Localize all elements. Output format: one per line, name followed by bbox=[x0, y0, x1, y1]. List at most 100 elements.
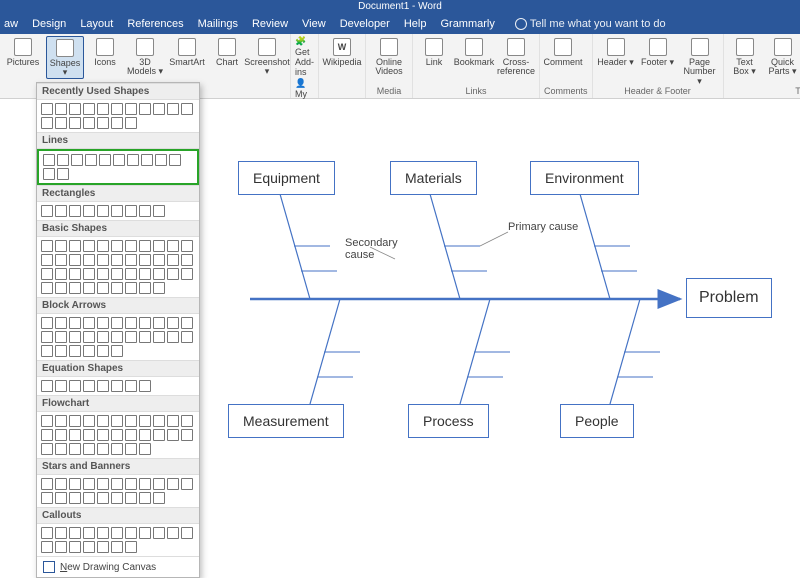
shape-item[interactable] bbox=[111, 492, 123, 504]
shape-item[interactable] bbox=[55, 415, 67, 427]
shape-item[interactable] bbox=[153, 254, 165, 266]
cause-people[interactable]: People bbox=[560, 404, 634, 438]
tab-grammarly[interactable]: Grammarly bbox=[440, 18, 494, 30]
shape-item[interactable] bbox=[41, 117, 53, 129]
shape-item[interactable] bbox=[55, 205, 67, 217]
shape-item[interactable] bbox=[69, 117, 81, 129]
shape-item[interactable] bbox=[55, 541, 67, 553]
shape-item[interactable] bbox=[83, 117, 95, 129]
shape-item[interactable] bbox=[111, 443, 123, 455]
shape-item[interactable] bbox=[141, 154, 153, 166]
shape-item[interactable] bbox=[111, 268, 123, 280]
tab-references[interactable]: References bbox=[127, 18, 183, 30]
shape-item[interactable] bbox=[181, 254, 193, 266]
shape-item[interactable] bbox=[57, 168, 69, 180]
shape-item[interactable] bbox=[113, 154, 125, 166]
shape-item[interactable] bbox=[181, 429, 193, 441]
shape-item[interactable] bbox=[97, 478, 109, 490]
shape-item[interactable] bbox=[69, 282, 81, 294]
tab-design[interactable]: Design bbox=[32, 18, 66, 30]
shape-item[interactable] bbox=[97, 429, 109, 441]
shape-item[interactable] bbox=[111, 331, 123, 343]
shape-item[interactable] bbox=[55, 527, 67, 539]
shape-item[interactable] bbox=[41, 331, 53, 343]
shape-item[interactable] bbox=[41, 254, 53, 266]
shape-item[interactable] bbox=[69, 331, 81, 343]
shape-item[interactable] bbox=[125, 240, 137, 252]
shape-item[interactable] bbox=[41, 443, 53, 455]
shape-item[interactable] bbox=[153, 240, 165, 252]
tab-draw[interactable]: aw bbox=[4, 18, 18, 30]
shape-item[interactable] bbox=[125, 331, 137, 343]
shape-item[interactable] bbox=[111, 429, 123, 441]
shape-item[interactable] bbox=[83, 443, 95, 455]
shape-item[interactable] bbox=[83, 331, 95, 343]
shape-item[interactable] bbox=[55, 429, 67, 441]
shape-item[interactable] bbox=[125, 317, 137, 329]
shape-item[interactable] bbox=[125, 254, 137, 266]
shape-item[interactable] bbox=[83, 415, 95, 427]
online-videos-button[interactable]: Online Videos bbox=[370, 36, 408, 77]
tab-developer[interactable]: Developer bbox=[340, 18, 390, 30]
shape-item[interactable] bbox=[83, 527, 95, 539]
shape-item[interactable] bbox=[41, 282, 53, 294]
shape-item[interactable] bbox=[111, 205, 123, 217]
cause-environment[interactable]: Environment bbox=[530, 161, 639, 195]
shape-item[interactable] bbox=[41, 317, 53, 329]
new-drawing-canvas[interactable]: New Drawing Canvas bbox=[37, 556, 199, 577]
shape-item[interactable] bbox=[55, 317, 67, 329]
shape-item[interactable] bbox=[167, 240, 179, 252]
shape-item[interactable] bbox=[111, 282, 123, 294]
get-addins-button[interactable]: 🧩 Get Add-ins bbox=[295, 36, 314, 77]
shape-item[interactable] bbox=[125, 268, 137, 280]
shape-item[interactable] bbox=[83, 240, 95, 252]
shape-item[interactable] bbox=[69, 345, 81, 357]
shape-item[interactable] bbox=[41, 492, 53, 504]
shape-item[interactable] bbox=[83, 380, 95, 392]
shape-item[interactable] bbox=[181, 478, 193, 490]
shape-item[interactable] bbox=[111, 380, 123, 392]
shape-item[interactable] bbox=[83, 205, 95, 217]
shape-item[interactable] bbox=[69, 317, 81, 329]
shape-item[interactable] bbox=[167, 317, 179, 329]
shape-item[interactable] bbox=[111, 345, 123, 357]
shape-item[interactable] bbox=[41, 415, 53, 427]
shape-item[interactable] bbox=[139, 478, 151, 490]
shape-item[interactable] bbox=[167, 478, 179, 490]
shape-item[interactable] bbox=[97, 268, 109, 280]
shape-item[interactable] bbox=[83, 492, 95, 504]
shape-item[interactable] bbox=[55, 443, 67, 455]
shape-item[interactable] bbox=[111, 240, 123, 252]
shape-item[interactable] bbox=[111, 254, 123, 266]
shape-item[interactable] bbox=[85, 154, 97, 166]
shape-item[interactable] bbox=[55, 380, 67, 392]
shape-item[interactable] bbox=[41, 268, 53, 280]
shape-item[interactable] bbox=[153, 331, 165, 343]
shape-item[interactable] bbox=[139, 331, 151, 343]
shape-item[interactable] bbox=[181, 527, 193, 539]
shape-item[interactable] bbox=[125, 103, 137, 115]
shape-item[interactable] bbox=[55, 254, 67, 266]
shape-item[interactable] bbox=[41, 240, 53, 252]
smartart-button[interactable]: SmartArt bbox=[168, 36, 206, 67]
shapes-button[interactable]: Shapes ▾ bbox=[46, 36, 84, 79]
header-button[interactable]: Header ▾ bbox=[597, 36, 635, 67]
shape-item[interactable] bbox=[97, 443, 109, 455]
shape-item[interactable] bbox=[111, 117, 123, 129]
shape-item[interactable] bbox=[97, 492, 109, 504]
shape-item[interactable] bbox=[97, 282, 109, 294]
shape-item[interactable] bbox=[83, 103, 95, 115]
pictures-button[interactable]: Pictures bbox=[4, 36, 42, 67]
shape-item[interactable] bbox=[153, 205, 165, 217]
shape-item[interactable] bbox=[139, 240, 151, 252]
shape-item[interactable] bbox=[125, 527, 137, 539]
shape-item[interactable] bbox=[139, 317, 151, 329]
shape-item[interactable] bbox=[41, 380, 53, 392]
shape-item[interactable] bbox=[139, 415, 151, 427]
shape-item[interactable] bbox=[111, 478, 123, 490]
shape-item[interactable] bbox=[153, 268, 165, 280]
shape-item[interactable] bbox=[71, 154, 83, 166]
shape-item[interactable] bbox=[83, 345, 95, 357]
shape-item[interactable] bbox=[125, 541, 137, 553]
shape-item[interactable] bbox=[181, 240, 193, 252]
